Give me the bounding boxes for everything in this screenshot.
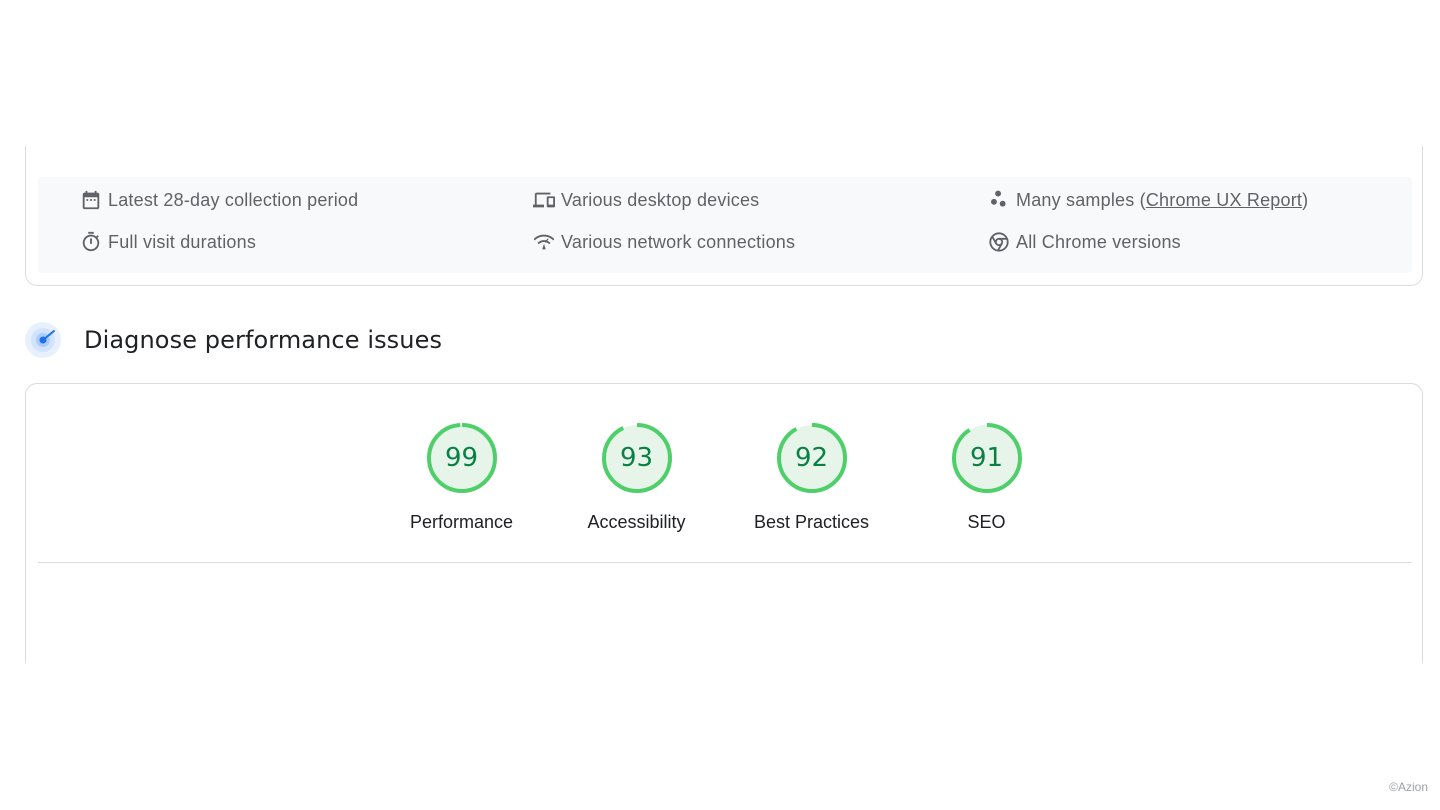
section-title: Diagnose performance issues [84,326,443,354]
gauge-score: 91 [969,443,1004,473]
score-gauges: 99 Performance 93 Accessibility 92 Best … [26,420,1422,533]
network-label: Various network connections [561,231,796,252]
devices-label: Various desktop devices [561,189,760,210]
lighthouse-icon [25,322,61,358]
performance-gauge[interactable]: 99 Performance [374,420,549,533]
gauge-label: Accessibility [587,512,686,532]
watermark: ©Azion [1389,780,1428,794]
lighthouse-card: 99 Performance 93 Accessibility 92 Best … [25,383,1423,663]
divider [38,562,1412,563]
seo-gauge[interactable]: 91 SEO [899,420,1074,533]
chrome-versions-item: All Chrome versions [988,231,1181,253]
gauge-score: 99 [444,443,479,473]
gauge-ring: 99 [424,420,500,496]
diagnose-section-header: Diagnose performance issues [25,322,442,358]
field-data-metadata-panel: Latest 28-day collection period Various … [38,177,1412,273]
gauge-label: Best Practices [753,512,870,532]
stopwatch-icon [80,231,102,253]
collection-period-item: Latest 28-day collection period [80,189,358,211]
chrome-icon [988,231,1010,253]
gauge-score: 92 [794,443,829,473]
gauge-label: Performance [409,512,514,532]
network-icon [533,231,555,253]
page: Latest 28-day collection period Various … [0,0,1440,810]
network-item: Various network connections [533,231,795,253]
calendar-icon [80,189,102,211]
samples-label-prefix: Many samples ( [1016,189,1146,210]
gauge-ring: 92 [774,420,850,496]
accessibility-gauge[interactable]: 93 Accessibility [549,420,724,533]
best-practices-gauge[interactable]: 92 Best Practices [724,420,899,533]
gauge-ring: 91 [949,420,1025,496]
gauge-ring: 93 [599,420,675,496]
visit-duration-label: Full visit durations [108,231,257,252]
gauge-label: SEO [967,512,1006,532]
gauge-score: 93 [619,443,654,473]
samples-label-suffix: ) [1302,189,1309,210]
field-data-card: Latest 28-day collection period Various … [25,146,1423,286]
collection-period-label: Latest 28-day collection period [108,189,359,210]
visit-duration-item: Full visit durations [80,231,256,253]
devices-item: Various desktop devices [533,189,759,211]
devices-icon [533,189,555,211]
samples-item: Many samples (Chrome UX Report) [988,189,1308,211]
samples-icon [988,189,1010,211]
chrome-ux-report-link[interactable]: Chrome UX Report [1146,190,1302,211]
chrome-versions-label: All Chrome versions [1016,231,1181,252]
